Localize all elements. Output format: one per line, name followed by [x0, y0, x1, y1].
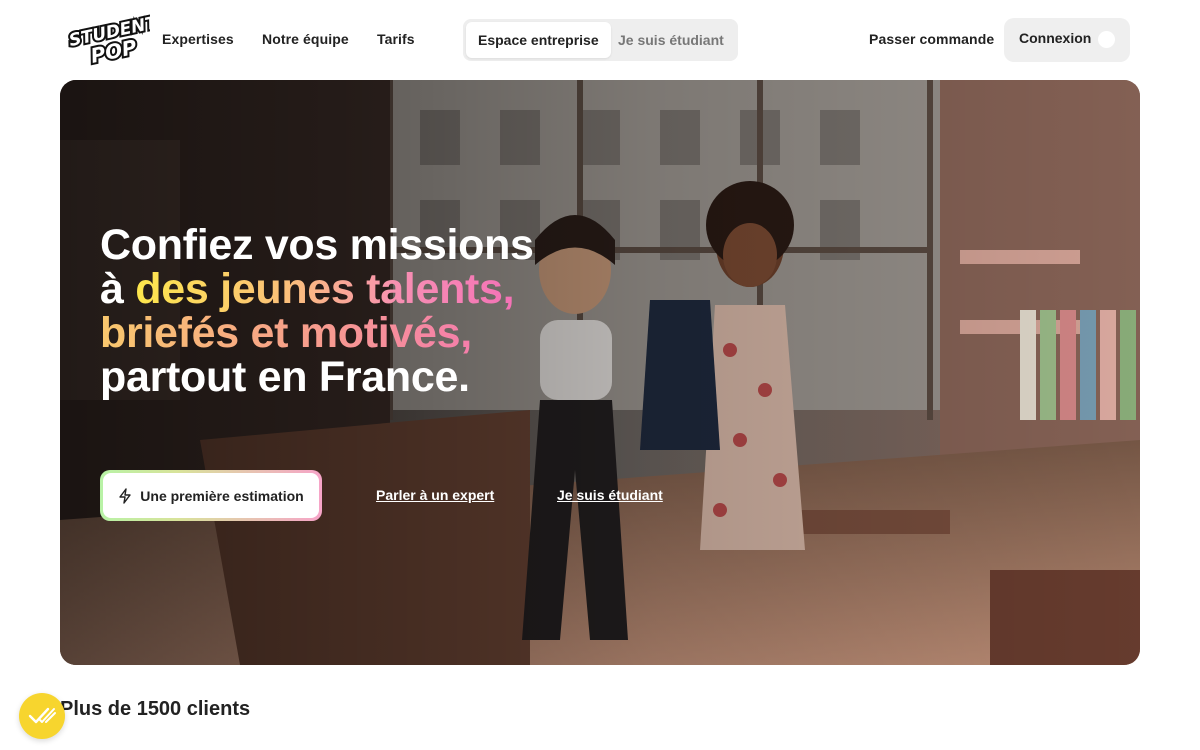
hero-title-highlight-2: briefés et motivés,: [100, 311, 534, 355]
login-label: Connexion: [1019, 30, 1092, 46]
clients-count-heading: Plus de 1500 clients: [60, 698, 251, 720]
hero-title-line-2: à des jeunes talents,: [100, 267, 534, 311]
accessibility-button[interactable]: [19, 693, 65, 739]
hero-title-prefix: à: [100, 265, 136, 313]
studentpop-logo[interactable]: STUDENT POP: [65, 11, 162, 70]
nav-notre-equipe[interactable]: Notre équipe: [262, 30, 349, 48]
estimation-button-label: Une première estimation: [140, 487, 304, 504]
hero-title-line-1: Confiez vos missions: [100, 221, 534, 269]
nav-tarifs[interactable]: Tarifs: [377, 30, 415, 48]
login-button[interactable]: Connexion: [1004, 18, 1130, 62]
checkmarks-icon: [28, 707, 56, 724]
switch-espace-entreprise[interactable]: Espace entreprise: [466, 22, 611, 58]
audience-switch: Espace entreprise Je suis étudiant: [463, 19, 738, 61]
login-indicator-dot: [1098, 31, 1115, 48]
hero-title-highlight-1: des jeunes talents,: [135, 265, 515, 313]
estimation-button[interactable]: Une première estimation: [100, 470, 322, 521]
switch-je-suis-etudiant[interactable]: Je suis étudiant: [606, 22, 736, 58]
hero-banner: Confiez vos missions à des jeunes talent…: [60, 80, 1140, 665]
hero-title: Confiez vos missions à des jeunes talent…: [100, 223, 534, 399]
je-suis-etudiant-link[interactable]: Je suis étudiant: [557, 487, 663, 503]
passer-commande-link[interactable]: Passer commande: [869, 30, 994, 48]
nav-expertises[interactable]: Expertises: [162, 30, 234, 48]
hero-title-line-4: partout en France.: [100, 353, 470, 401]
estimation-button-inner: Une première estimation: [103, 473, 319, 518]
lightning-icon: [119, 487, 131, 504]
parler-expert-link[interactable]: Parler à un expert: [376, 487, 494, 503]
